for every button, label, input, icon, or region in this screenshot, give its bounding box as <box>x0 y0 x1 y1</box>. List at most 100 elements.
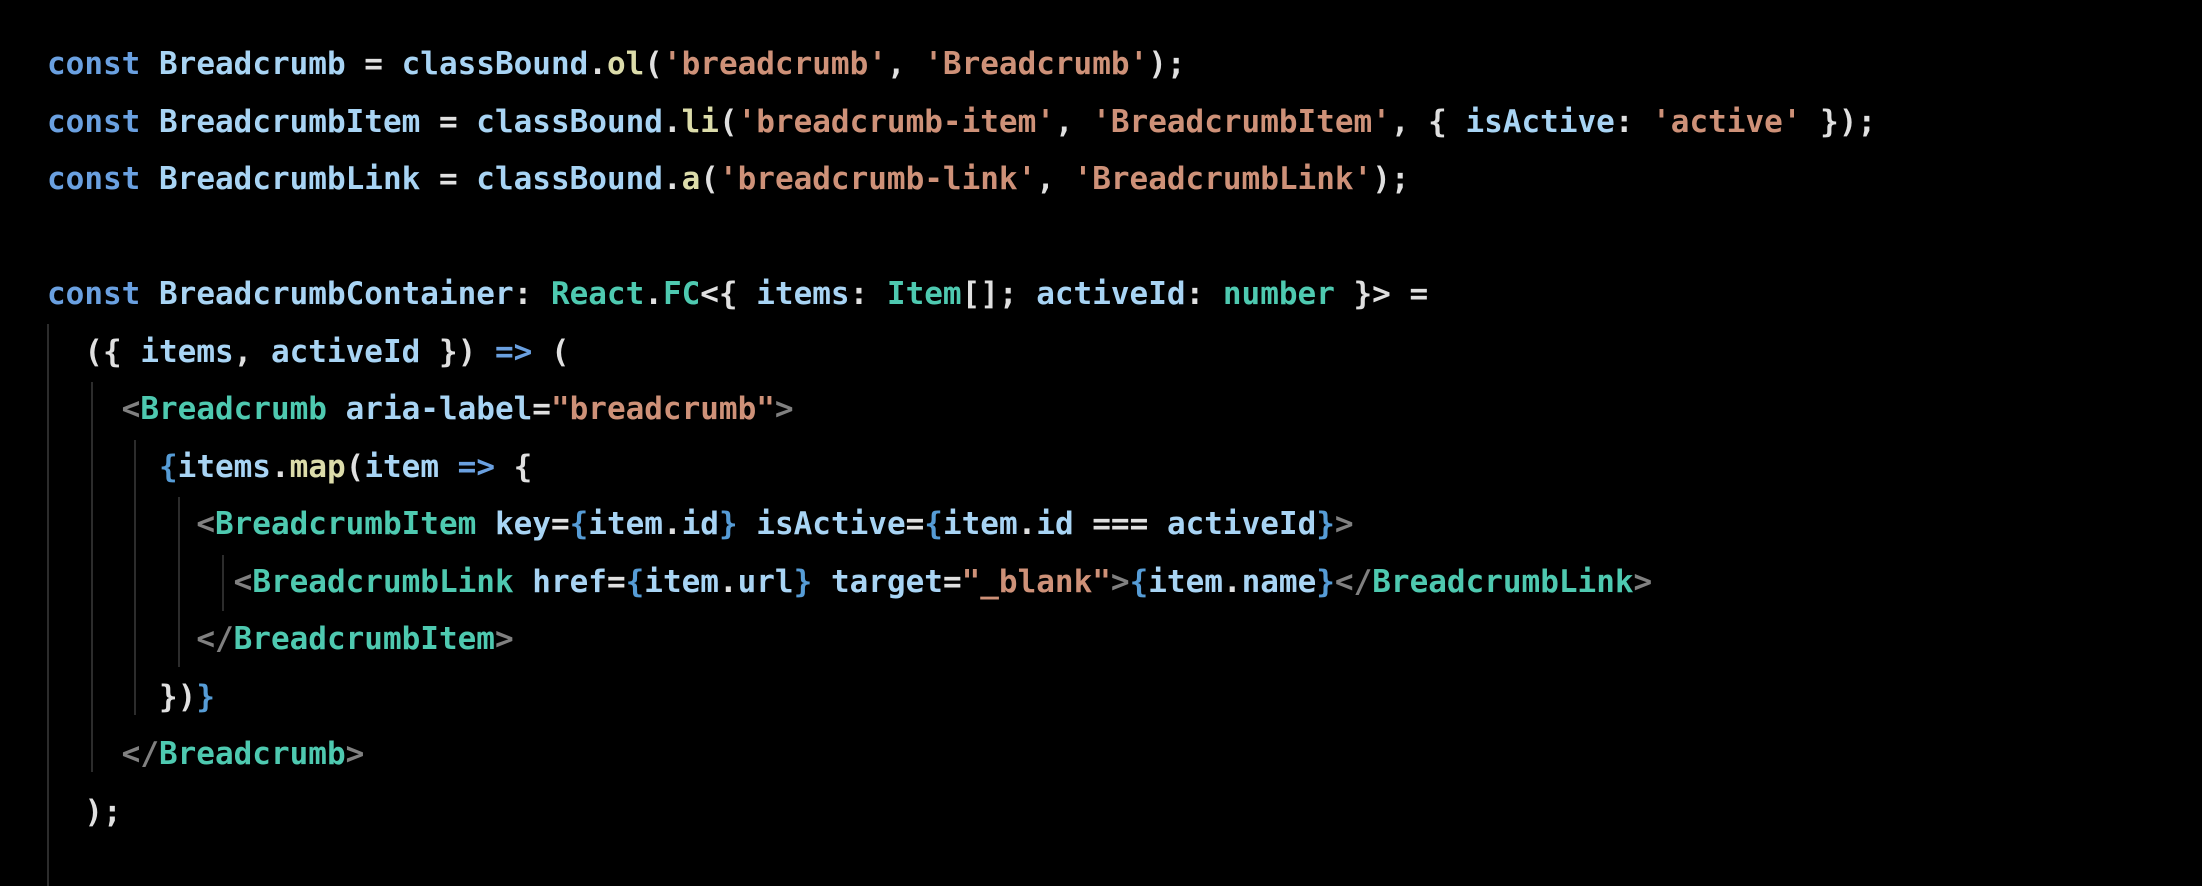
code-token: : <box>1614 103 1653 140</box>
code-token: } <box>196 678 215 715</box>
code-token: }) <box>158 678 197 715</box>
code-token: : <box>1185 276 1223 312</box>
code-token: ); <box>1372 161 1410 197</box>
code-token: isActive <box>756 506 906 542</box>
code-token: BreadcrumbLink <box>1372 563 1634 600</box>
code-token: }); <box>1801 103 1877 140</box>
code-token: }) <box>420 333 495 370</box>
code-token: FC <box>662 276 701 312</box>
code-token: = <box>420 103 477 140</box>
code-line[interactable]: ({ items, activeId }) => ( <box>47 324 1876 382</box>
code-token: , <box>233 333 271 370</box>
code-line[interactable]: const BreadcrumbItem = classBound.li('br… <box>47 94 1876 152</box>
code-line[interactable]: {items.map(item => { <box>47 439 1876 497</box>
code-token: li <box>681 103 719 140</box>
code-token: , <box>886 46 925 82</box>
code-token: = <box>606 563 626 600</box>
code-token: , <box>1054 103 1093 140</box>
code-line[interactable]: const Breadcrumb = classBound.ol('breadc… <box>47 36 1876 94</box>
code-line[interactable]: <Breadcrumb aria-label="breadcrumb"> <box>47 381 1876 439</box>
code-token: ({ <box>47 333 141 370</box>
code-token: ( <box>345 448 365 485</box>
code-token: . <box>662 161 682 197</box>
code-line[interactable]: ​ <box>47 209 1876 267</box>
code-token: } <box>793 563 813 600</box>
code-token: React <box>550 276 645 312</box>
code-token: : <box>849 276 887 312</box>
code-token: . <box>644 276 663 312</box>
code-token: = <box>905 506 925 542</box>
code-line[interactable]: const BreadcrumbContainer: React.FC<{ it… <box>47 266 1876 324</box>
code-token: => <box>457 448 495 485</box>
code-token: = <box>942 563 962 600</box>
code-token: </ <box>196 621 234 657</box>
code-token: 'breadcrumb' <box>662 46 887 82</box>
code-token: 'Breadcrumb' <box>924 46 1149 82</box>
code-line[interactable]: <BreadcrumbItem key={item.id} isActive={… <box>47 496 1876 554</box>
code-token: number <box>1222 276 1335 312</box>
code-line[interactable]: })} <box>47 669 1876 727</box>
code-line[interactable]: <BreadcrumbLink href={item.url} target="… <box>47 554 1876 612</box>
code-block[interactable]: const Breadcrumb = classBound.ol('breadc… <box>47 36 1876 841</box>
code-token: ( <box>644 46 663 82</box>
code-token: BreadcrumbItem <box>159 103 421 140</box>
code-token: }> = <box>1334 276 1429 312</box>
code-token: BreadcrumbItem <box>214 506 477 542</box>
code-token: items <box>756 276 850 312</box>
code-token: BreadcrumbItem <box>233 621 495 657</box>
code-token: = <box>532 391 551 427</box>
code-token: . <box>1222 563 1242 600</box>
code-token: BreadcrumbContainer <box>159 276 514 312</box>
code-token: > <box>774 391 794 427</box>
code-token: item <box>1148 563 1223 600</box>
code-token: < <box>196 506 215 542</box>
code-token: item <box>364 448 439 485</box>
code-token: . <box>718 563 738 600</box>
code-line[interactable]: const BreadcrumbLink = classBound.a('bre… <box>47 151 1876 209</box>
code-token: Item <box>886 276 962 312</box>
code-token: const <box>47 103 141 140</box>
code-token: target <box>830 563 943 600</box>
code-token: 'breadcrumb-link' <box>718 161 1037 197</box>
code-line[interactable]: ); <box>47 784 1876 842</box>
code-token: classBound <box>476 103 663 140</box>
code-token: activeId <box>270 333 421 370</box>
code-token: => <box>494 333 533 370</box>
code-token: . <box>588 46 607 82</box>
code-token: { <box>494 448 533 485</box>
code-token: ); <box>47 793 122 830</box>
code-token: href <box>532 563 607 600</box>
code-token: key <box>494 506 551 542</box>
code-line[interactable]: </Breadcrumb> <box>47 726 1876 784</box>
code-token: const <box>47 276 141 312</box>
code-token: > <box>1633 563 1653 600</box>
code-token: } <box>718 506 738 542</box>
code-token: <{ <box>700 276 757 312</box>
code-line[interactable]: </BreadcrumbItem> <box>47 611 1876 669</box>
code-token: BreadcrumbLink <box>159 161 421 197</box>
code-token: ( <box>532 333 570 370</box>
code-token: items <box>140 333 234 370</box>
code-token: . <box>270 448 290 485</box>
code-token: = <box>550 506 570 542</box>
code-token: = <box>345 46 402 82</box>
code-token: > <box>1334 506 1354 542</box>
code-editor[interactable]: const Breadcrumb = classBound.ol('breadc… <box>0 0 2202 886</box>
code-token: } <box>1316 506 1335 542</box>
code-token: const <box>47 46 141 82</box>
code-token: activeId <box>1166 506 1317 542</box>
code-token: item <box>588 506 663 542</box>
